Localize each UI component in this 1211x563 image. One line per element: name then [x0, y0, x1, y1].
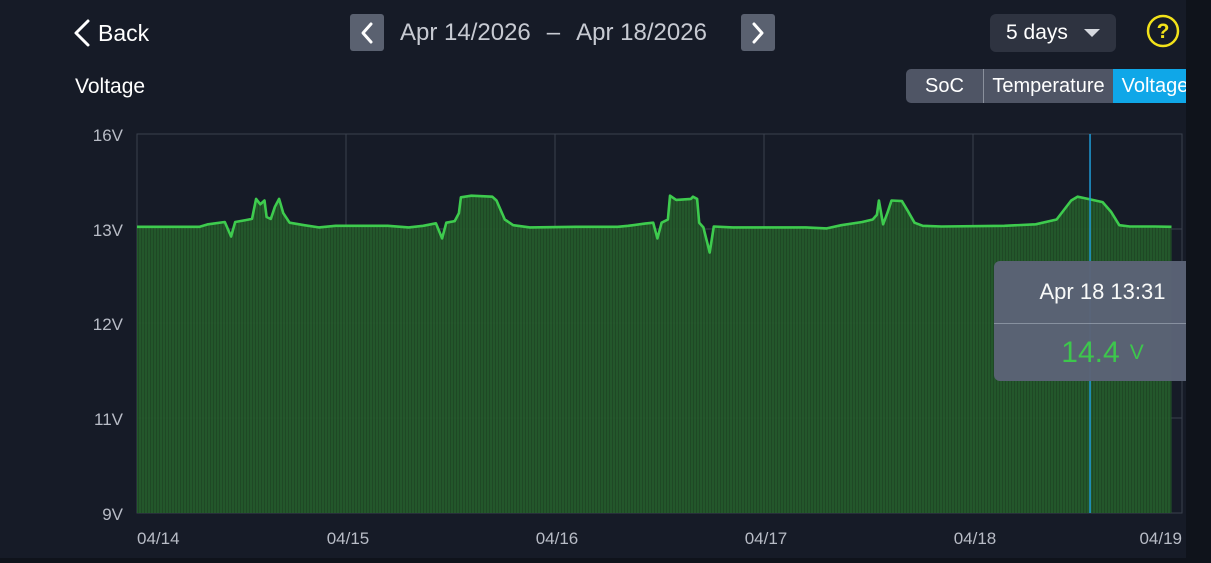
x-tick-label: 04/16 [536, 529, 579, 548]
help-symbol: ? [1157, 20, 1170, 43]
x-tick-label: 04/15 [327, 529, 370, 548]
date-range-label: Apr 14/2026 – Apr 18/2026 [400, 16, 707, 50]
y-tick-label: 9V [102, 505, 123, 524]
previous-range-button[interactable] [350, 14, 384, 51]
metric-tabs: SoC Temperature Voltage [906, 69, 1197, 103]
tooltip-unit: V [1129, 340, 1144, 364]
screen-edge-bottom [0, 558, 1211, 563]
help-icon[interactable]: ? [1146, 14, 1180, 48]
range-selected-value: 5 days [1006, 21, 1068, 44]
chart-title: Voltage [75, 75, 146, 98]
tooltip-time: Apr 18 13:31 [1039, 279, 1166, 304]
y-tick-label: 12V [93, 315, 124, 334]
back-label: Back [98, 19, 150, 46]
tab-soc[interactable]: SoC [906, 69, 984, 103]
x-tick-label: 04/14 [137, 529, 180, 548]
tooltip-value: 14.4 [1061, 335, 1120, 369]
chevron-left-icon [74, 19, 90, 47]
date-start: Apr 14/2026 [400, 19, 531, 46]
tab-voltage[interactable]: Voltage [1113, 69, 1197, 103]
y-tick-label: 16V [93, 126, 124, 145]
date-end: Apr 18/2026 [576, 19, 707, 46]
y-tick-label: 11V [94, 410, 124, 429]
caret-down-icon [1084, 29, 1100, 37]
x-tick-label: 04/19 [1139, 529, 1182, 548]
y-tick-label: 13V [93, 221, 124, 240]
x-tick-label: 04/17 [745, 529, 788, 548]
date-separator: – [546, 19, 561, 46]
x-tick-label: 04/18 [954, 529, 997, 548]
data-tooltip: Apr 18 13:31 14.4 V [994, 261, 1211, 381]
tooltip-value-row: 14.4 V [994, 324, 1211, 381]
chevron-right-icon [752, 22, 764, 43]
chevron-left-icon [361, 22, 373, 43]
tab-temperature[interactable]: Temperature [984, 69, 1113, 103]
next-range-button[interactable] [741, 14, 775, 51]
range-dropdown[interactable]: 5 days [990, 14, 1116, 52]
screen-edge [1186, 0, 1211, 563]
back-button[interactable]: Back [72, 16, 149, 50]
battery-history-screen: Back Apr 14/2026 – Apr 18/2026 5 days ? … [0, 0, 1211, 563]
